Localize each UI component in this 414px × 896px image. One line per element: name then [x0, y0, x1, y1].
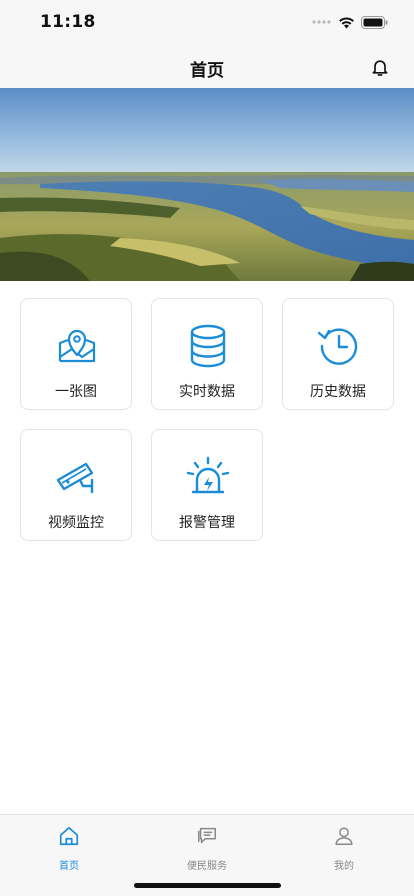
- grid-item-history-data[interactable]: 历史数据: [282, 298, 394, 410]
- message-icon: [198, 827, 216, 844]
- signal-icon: [312, 20, 331, 24]
- tab-home[interactable]: 首页: [29, 823, 109, 873]
- alarm-siren-icon: [186, 456, 230, 494]
- grid-item-video-monitor[interactable]: 视频监控: [20, 429, 132, 541]
- grid-item-alarm-manage[interactable]: 报警管理: [151, 429, 263, 541]
- database-icon: [190, 324, 226, 368]
- landscape-image: [0, 88, 414, 281]
- status-bar: 11:18: [0, 0, 414, 44]
- battery-icon: [361, 15, 388, 29]
- user-icon: [335, 827, 353, 845]
- grid-item-label: 一张图: [55, 384, 97, 400]
- grid-item-label: 历史数据: [310, 384, 366, 400]
- history-clock-icon: [317, 328, 358, 365]
- cctv-camera-icon: [56, 462, 94, 494]
- grid-item-label: 视频监控: [48, 515, 104, 531]
- grid-item-map[interactable]: 一张图: [20, 298, 132, 410]
- page-title: 首页: [190, 61, 224, 81]
- tab-label: 我的: [334, 861, 354, 872]
- bell-icon[interactable]: [370, 57, 390, 77]
- grid-item-label: 实时数据: [179, 384, 235, 400]
- banner-image: [0, 88, 414, 281]
- home-icon: [59, 826, 79, 846]
- tab-label: 首页: [59, 861, 79, 872]
- home-indicator: [134, 883, 281, 888]
- nav-bar: 首页: [0, 44, 414, 88]
- tab-label: 便民服务: [187, 861, 227, 872]
- status-icons: [312, 14, 388, 30]
- status-time: 11:18: [40, 12, 96, 32]
- grid-item-realtime-data[interactable]: 实时数据: [151, 298, 263, 410]
- map-pin-icon: [58, 329, 96, 363]
- tab-services[interactable]: 便民服务: [167, 823, 247, 873]
- wifi-icon: [339, 16, 354, 28]
- grid-item-label: 报警管理: [179, 515, 235, 531]
- tab-mine[interactable]: 我的: [304, 823, 384, 873]
